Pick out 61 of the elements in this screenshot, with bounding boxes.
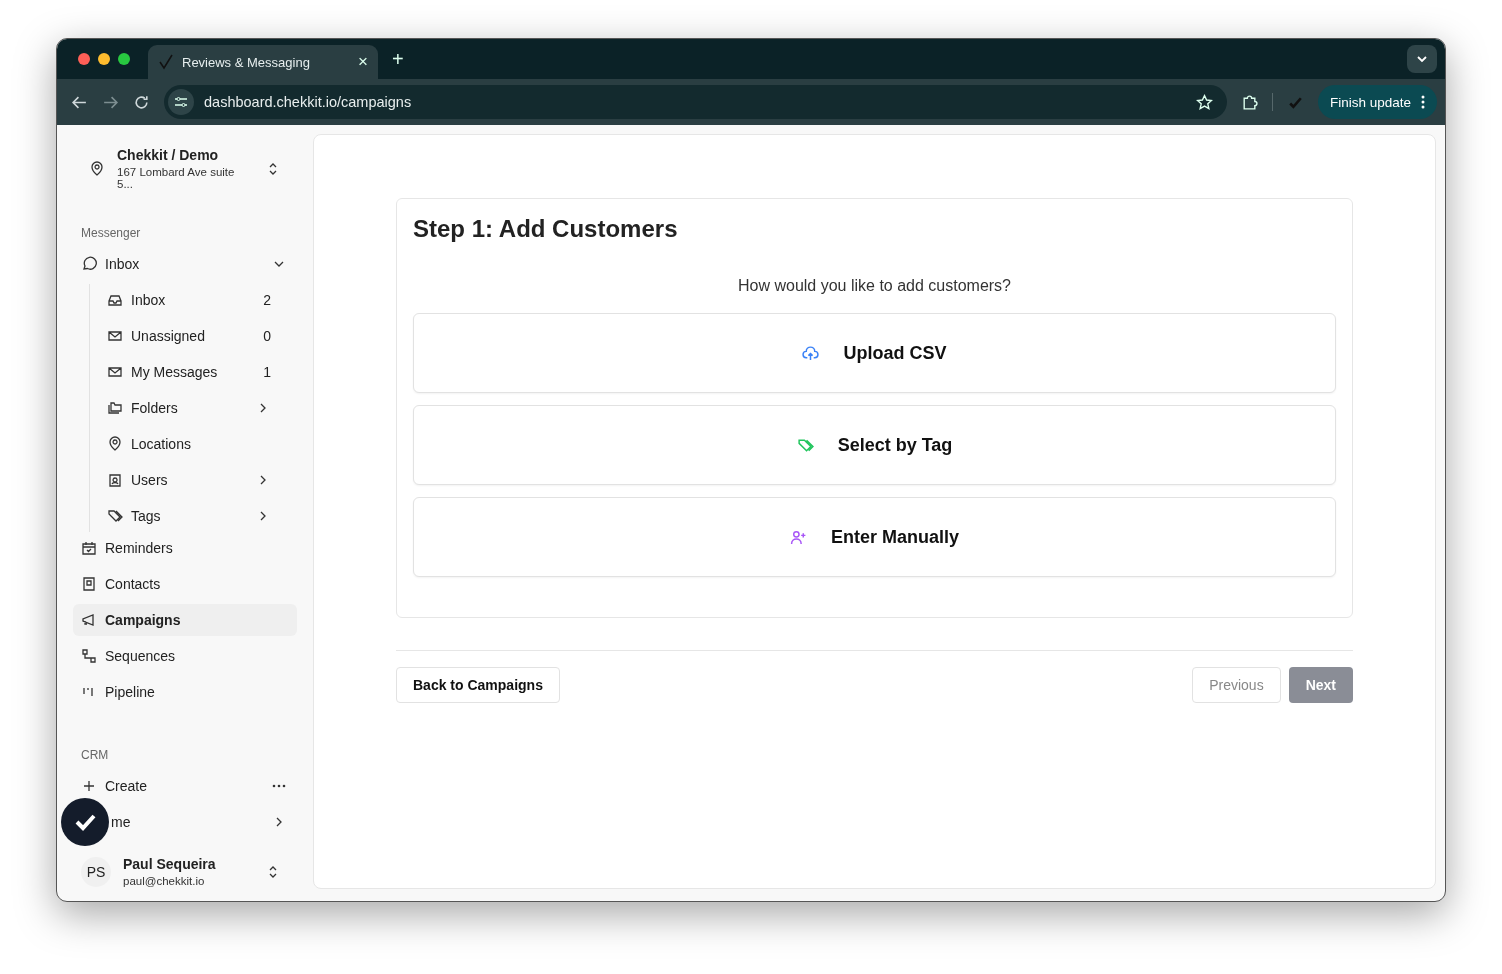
close-window-button[interactable] [78,53,90,65]
folder-icon [107,400,123,416]
minimize-window-button[interactable] [98,53,110,65]
extensions-icon[interactable] [1240,93,1258,111]
tab-title: Reviews & Messaging [182,54,311,70]
sidebar-item[interactable]: Pipeline [73,676,297,708]
section-heading: CRM [80,747,110,764]
user-name: Paul Sequeira [123,856,217,872]
option-button[interactable]: Enter Manually [413,497,1336,577]
organization-switcher[interactable]: Chekkit / Demo 167 Lombard Ave suite 5... [73,134,297,190]
question-text: How would you like to add customers? [737,277,1012,295]
mail-icon [107,364,123,380]
checkmark-button[interactable] [61,798,109,846]
organization-address: 167 Lombard Ave suite 5... [117,166,236,190]
reload-icon[interactable] [133,93,150,111]
address-bar[interactable]: dashboard.chekkit.io/campaigns [164,85,1227,119]
speech-bubble-icon [81,256,97,272]
sidebar-item[interactable]: Campaigns [73,604,297,636]
user-badge-icon [107,472,123,488]
user-menu[interactable]: PS Paul Sequeira paul@chekkit.io [73,856,297,887]
contact-book-icon [81,576,97,592]
organization-name: Chekkit / Demo [117,147,220,163]
tag-icon [107,508,123,524]
mail-question-icon [107,328,123,344]
checkmark-icon [158,54,174,70]
sidebar-item[interactable]: My Messages 1 [107,356,297,388]
sidebar-item[interactable]: Sequences [73,640,297,672]
sidebar-item[interactable]: Tags [107,500,297,532]
sidebar-item[interactable]: Inbox [73,248,297,280]
tab-search-button[interactable] [1407,45,1437,73]
user-email: paul@chekkit.io [123,875,206,887]
close-tab-button[interactable]: × [358,52,368,72]
calendar-icon [81,540,97,556]
site-settings-icon[interactable] [168,89,194,115]
sidebar-item[interactable]: Contacts [73,568,297,600]
sidebar-item[interactable]: Inbox 2 [107,284,297,316]
sidebar-item[interactable]: Locations [107,428,297,460]
sidebar-item[interactable]: Unassigned 0 [107,320,297,352]
plus-icon [81,778,97,794]
bookmark-star-icon[interactable] [1195,93,1213,111]
section-heading: Messenger [80,225,142,242]
finish-update-button[interactable]: Finish update [1317,85,1437,119]
sidebar-item[interactable]: Create [73,770,297,802]
new-tab-button[interactable]: + [392,47,404,71]
sidebar-item[interactable]: Users [107,464,297,496]
tray-icon [107,292,123,308]
pin-icon [107,436,123,452]
megaphone-icon [81,612,97,628]
user-avatar: PS [81,856,111,887]
step-title: Step 1: Add Customers [413,215,679,243]
sidebar-item[interactable]: me [109,806,297,838]
option-button[interactable]: Select by Tag [413,405,1336,485]
more-icon [1421,94,1425,110]
sidebar-item[interactable]: Reminders [73,532,297,564]
flow-icon [81,648,97,664]
back-button[interactable]: Back to Campaigns [396,667,560,703]
location-pin-icon [89,160,105,177]
browser-tab[interactable]: Reviews & Messaging × [148,45,378,79]
option-button[interactable]: Upload CSV [413,313,1336,393]
sidebar-item[interactable]: Folders [107,392,297,424]
maximize-window-button[interactable] [118,53,130,65]
